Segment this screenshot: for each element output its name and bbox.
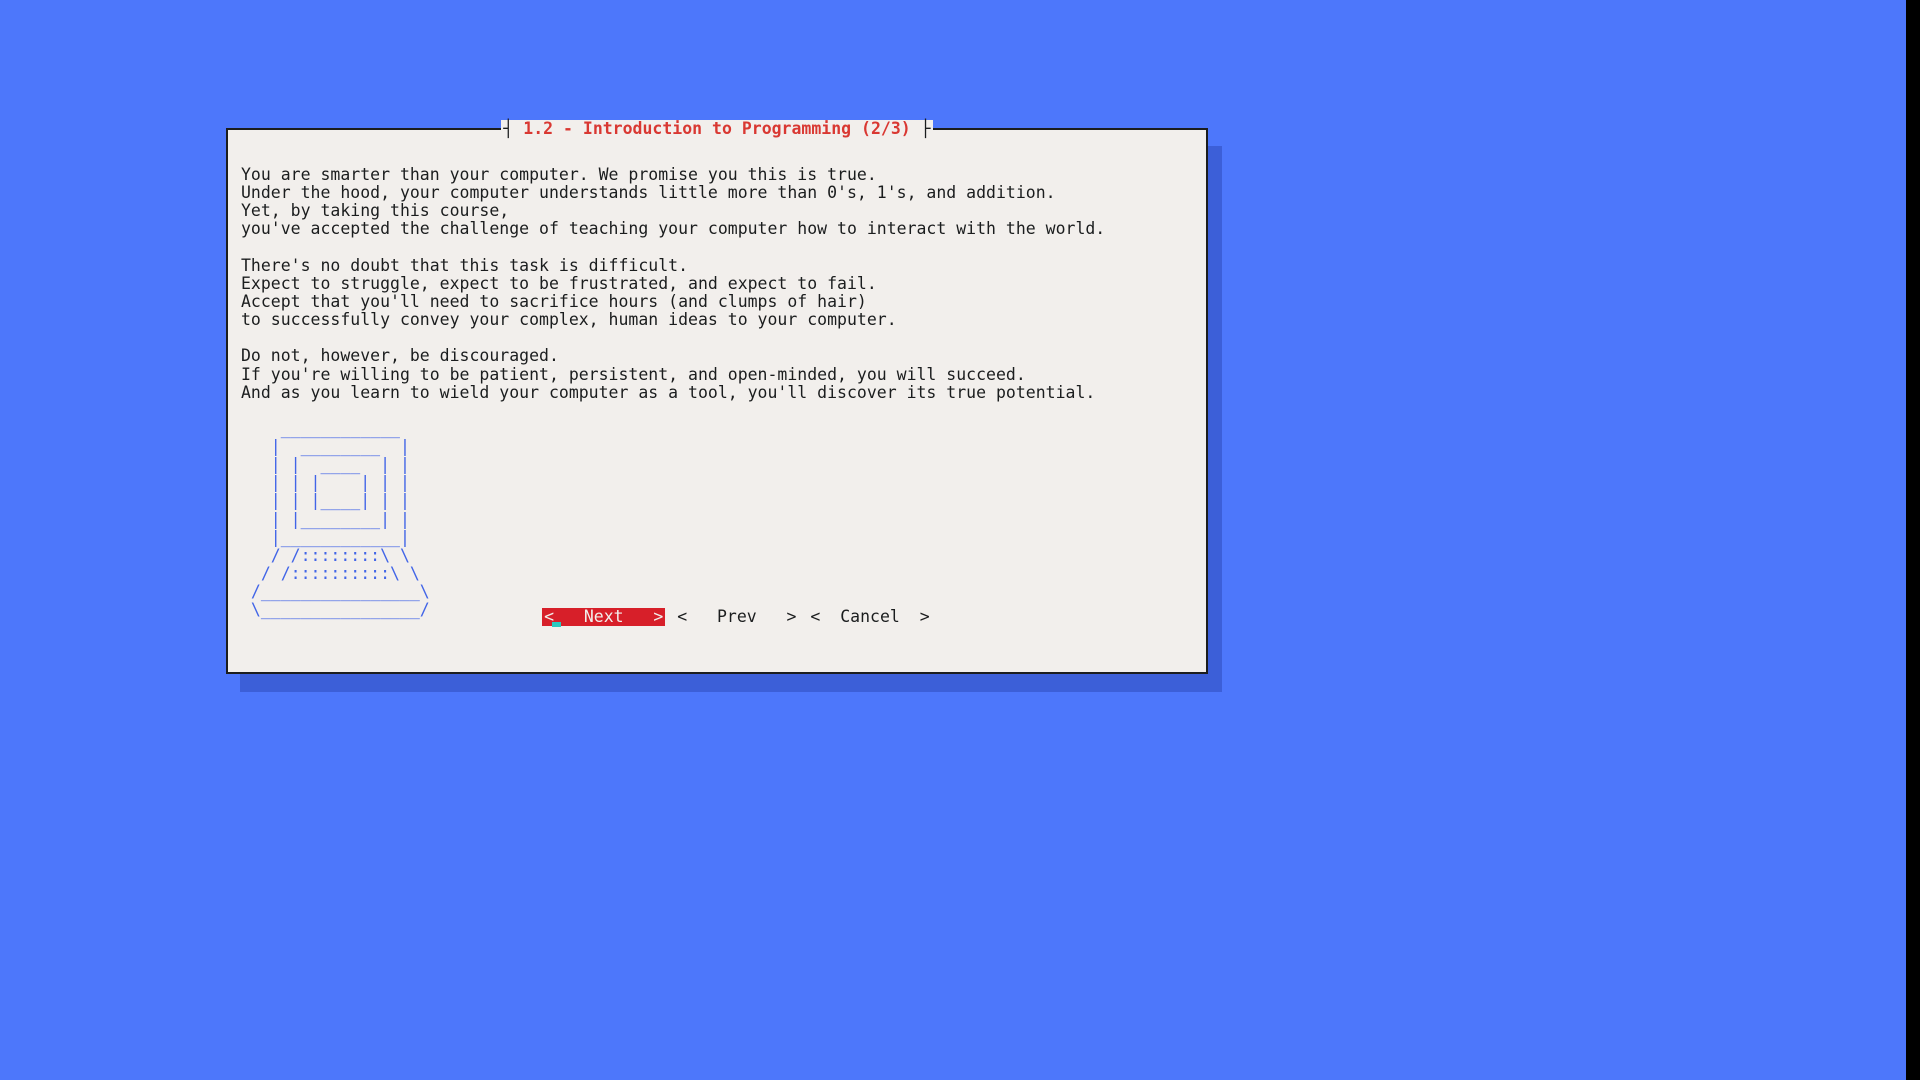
cancel-button[interactable]: < Cancel >: [808, 608, 931, 626]
title-delim-left: ┤: [503, 119, 523, 138]
dialog-button-row: < Next > < Prev > < Cancel >: [228, 590, 1206, 644]
tutorial-dialog: ┤ 1.2 - Introduction to Programming (2/3…: [226, 128, 1208, 674]
terminal-right-edge: [1906, 0, 1920, 1080]
next-button[interactable]: < Next >: [542, 608, 665, 626]
next-button-label: < Next >: [544, 607, 663, 626]
dialog-body-text: You are smarter than your computer. We p…: [241, 166, 1193, 402]
title-delim-right: ├: [911, 119, 931, 138]
dialog-title: 1.2 - Introduction to Programming (2/3): [523, 119, 910, 138]
dialog-title-bar: ┤ 1.2 - Introduction to Programming (2/3…: [228, 120, 1206, 138]
text-cursor: [552, 622, 561, 627]
prev-button[interactable]: < Prev >: [675, 608, 798, 626]
